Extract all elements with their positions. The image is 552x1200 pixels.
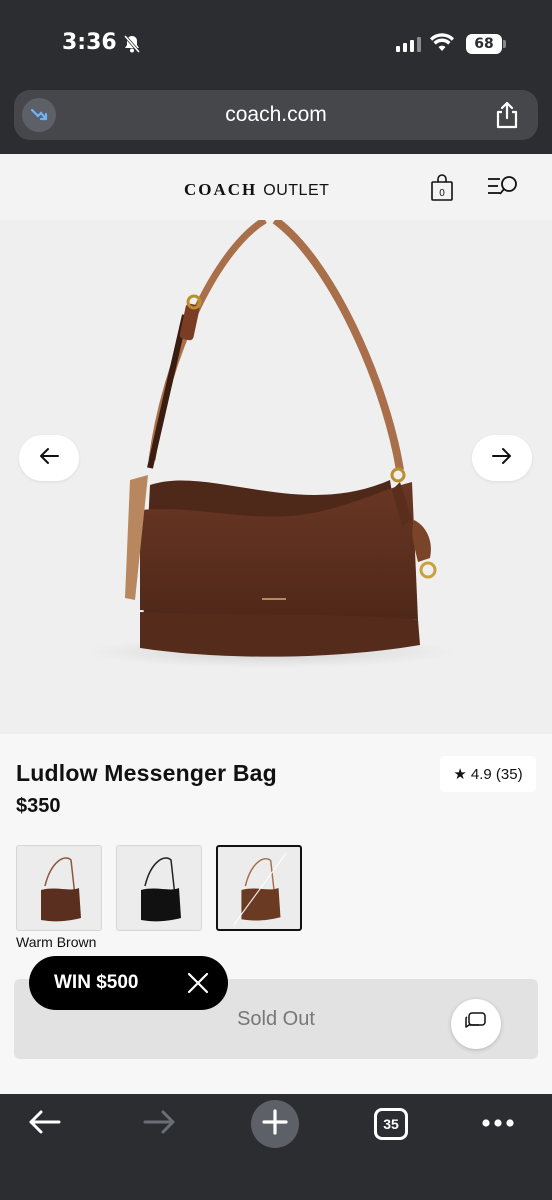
wifi-icon <box>430 33 454 58</box>
product-image <box>85 220 455 668</box>
battery-tip <box>503 40 506 48</box>
browser-toolbar: 35 <box>0 1094 552 1200</box>
menu-search-icon[interactable] <box>486 174 520 205</box>
promo-label: WIN $500 <box>54 972 139 993</box>
cellular-signal-icon <box>396 36 421 52</box>
arrow-left-icon <box>27 1109 61 1140</box>
rating-value: 4.9 (35) <box>470 765 523 783</box>
more-dots-icon <box>481 1115 515 1133</box>
site-header: COACH OUTLET 0 <box>0 154 552 220</box>
rating-badge[interactable]: ★ 4.9 (35) <box>440 756 536 792</box>
plus-icon <box>262 1108 288 1140</box>
share-icon[interactable] <box>494 101 520 134</box>
swatch-warm-brown-a[interactable] <box>16 845 102 931</box>
address-bar[interactable]: coach.com <box>14 90 538 140</box>
previous-image-button[interactable] <box>19 435 79 481</box>
arrow-right-icon <box>143 1109 177 1140</box>
cart-count: 0 <box>439 188 445 199</box>
back-button[interactable] <box>22 1104 66 1144</box>
arrow-right-icon <box>491 447 513 470</box>
browser-chrome-top: 3:36 68 coach.com <box>0 0 552 154</box>
win-promo-pill[interactable]: WIN $500 <box>29 956 228 1010</box>
status-bar: 3:36 68 <box>0 0 552 90</box>
url-text[interactable]: coach.com <box>14 90 538 140</box>
product-title: Ludlow Messenger Bag <box>16 760 277 786</box>
silent-bell-icon <box>122 34 142 59</box>
arrow-left-icon <box>38 447 60 470</box>
next-image-button[interactable] <box>472 435 532 481</box>
chat-button[interactable] <box>451 999 501 1049</box>
status-time: 3:36 <box>62 30 117 55</box>
logo-sub: OUTLET <box>263 182 330 199</box>
product-price: $350 <box>16 795 61 817</box>
chat-bubble-icon <box>464 1011 488 1038</box>
shopping-bag-icon[interactable]: 0 <box>430 174 454 207</box>
color-swatches <box>16 845 302 931</box>
new-tab-button[interactable] <box>251 1100 299 1148</box>
more-menu-button[interactable] <box>478 1104 518 1144</box>
product-info: Ludlow Messenger Bag $350 ★ 4.9 (35) War… <box>0 734 552 1094</box>
star-icon: ★ <box>453 766 467 783</box>
forward-button[interactable] <box>138 1104 182 1144</box>
product-image-gallery[interactable] <box>0 220 552 734</box>
swatch-warm-brown-selected[interactable] <box>216 845 302 931</box>
selected-color-name: Warm Brown <box>16 934 97 950</box>
close-icon[interactable] <box>187 972 209 999</box>
logo-brand: COACH <box>184 180 258 199</box>
coach-outlet-logo[interactable]: COACH OUTLET <box>184 180 329 200</box>
tab-switcher-button[interactable]: 35 <box>374 1108 408 1140</box>
battery-icon: 68 <box>466 34 502 54</box>
swatch-black[interactable] <box>116 845 202 931</box>
